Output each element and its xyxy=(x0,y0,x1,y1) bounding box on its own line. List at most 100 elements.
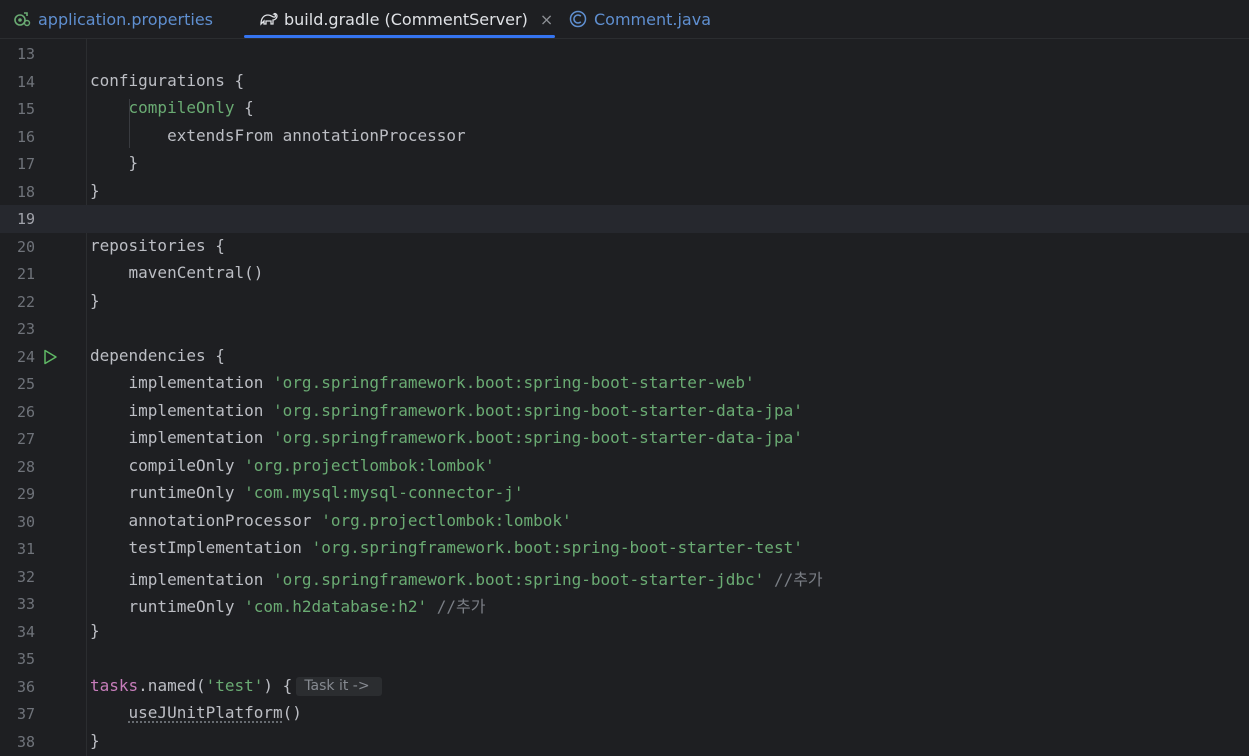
code-token: { xyxy=(234,98,254,117)
code-token: .named( xyxy=(138,675,206,695)
tab-comment-java[interactable]: Comment.java xyxy=(568,0,711,38)
line-number: 37 xyxy=(16,705,35,723)
code-line[interactable]: 13 xyxy=(0,40,1249,68)
code-text: } xyxy=(90,181,100,200)
string-literal: 'org.springframework.boot:spring-boot-st… xyxy=(273,400,803,420)
line-number: 34 xyxy=(16,622,35,641)
code-line[interactable]: 15 compileOnly { xyxy=(0,95,1249,123)
code-text: } xyxy=(90,731,100,750)
code-text: compileOnly 'org.projectlombok:lombok' xyxy=(90,456,495,475)
code-line[interactable]: 18} xyxy=(0,178,1249,206)
code-text: extendsFrom annotationProcessor xyxy=(90,126,466,145)
code-line[interactable]: 38} xyxy=(0,728,1249,756)
code-line[interactable]: 22} xyxy=(0,288,1249,316)
gradle-properties-icon xyxy=(12,9,32,29)
code-token: implementation xyxy=(90,428,274,447)
line-number: 27 xyxy=(16,430,35,448)
code-line[interactable]: 32 implementation 'org.springframework.b… xyxy=(0,563,1249,591)
code-line[interactable]: 33 runtimeOnly 'com.h2database:h2' //추가 xyxy=(0,590,1249,618)
line-number: 36 xyxy=(16,677,35,696)
line-number: 38 xyxy=(16,732,35,751)
code-token: mavenCentral() xyxy=(90,263,264,282)
code-line[interactable]: 17 } xyxy=(0,150,1249,178)
code-line[interactable]: 30 annotationProcessor 'org.projectlombo… xyxy=(0,508,1249,536)
run-gutter-icon[interactable] xyxy=(42,349,58,365)
code-token: runtimeOnly xyxy=(90,483,245,502)
code-editor[interactable]: 13 14 configurations {15 compileOnly {16 e… xyxy=(0,39,1249,756)
line-number: 33 xyxy=(16,595,35,613)
code-token: testImplementation xyxy=(90,538,312,557)
line-number: 15 xyxy=(16,100,35,118)
line-number: 19 xyxy=(16,210,35,228)
line-number: 35 xyxy=(16,650,35,668)
code-line[interactable]: 24 dependencies { xyxy=(0,343,1249,371)
tab-application-properties[interactable]: application.properties xyxy=(12,0,213,38)
line-number: 31 xyxy=(16,540,35,558)
code-line[interactable]: 31 testImplementation 'org.springframewo… xyxy=(0,535,1249,563)
code-token: implementation xyxy=(90,569,274,589)
code-text: runtimeOnly 'com.mysql:mysql-connector-j… xyxy=(90,483,524,502)
code-token: compileOnly xyxy=(90,455,245,475)
code-text: repositories { xyxy=(90,236,225,255)
code-token: compileOnly xyxy=(128,98,235,117)
code-token: ) { xyxy=(263,675,293,695)
string-literal: 'org.springframework.boot:spring-boot-st… xyxy=(273,569,765,589)
code-line[interactable]: 19 xyxy=(0,205,1249,233)
tab-label: build.gradle (CommentServer) xyxy=(284,9,528,29)
code-token: } xyxy=(90,730,100,750)
code-text: testImplementation 'org.springframework.… xyxy=(90,538,803,557)
code-line[interactable]: 26 implementation 'org.springframework.b… xyxy=(0,398,1249,426)
code-line[interactable]: 16 extendsFrom annotationProcessor xyxy=(0,123,1249,151)
line-number: 20 xyxy=(16,237,35,256)
code-line[interactable]: 25 implementation 'org.springframework.b… xyxy=(0,370,1249,398)
editor-tab-bar: application.properties build.gradle (Com… xyxy=(0,0,1249,39)
string-literal: 'org.springframework.boot:spring-boot-st… xyxy=(273,373,755,392)
code-line[interactable]: 37 useJUnitPlatform() xyxy=(0,700,1249,728)
code-token: () xyxy=(282,703,302,722)
inlay-hint[interactable]: Task it -> xyxy=(296,676,382,696)
code-text: implementation 'org.springframework.boot… xyxy=(90,428,803,447)
code-token: tasks xyxy=(90,675,139,695)
code-text: implementation 'org.springframework.boot… xyxy=(90,373,755,392)
string-literal: 'org.springframework.boot:spring-boot-st… xyxy=(273,428,803,447)
code-token: dependencies { xyxy=(90,345,225,365)
line-number: 32 xyxy=(16,567,35,586)
line-number: 22 xyxy=(16,292,35,311)
line-number: 17 xyxy=(16,155,35,173)
code-line[interactable]: 34} xyxy=(0,618,1249,646)
line-number: 16 xyxy=(16,127,35,146)
line-number: 28 xyxy=(16,457,35,476)
line-number: 14 xyxy=(16,72,35,91)
code-token: useJUnitPlatform xyxy=(128,703,283,722)
code-line[interactable]: 14 configurations { xyxy=(0,68,1249,96)
code-token: } xyxy=(90,620,100,640)
code-line[interactable]: 23 xyxy=(0,315,1249,343)
tab-build-gradle[interactable]: build.gradle (CommentServer) × xyxy=(258,0,553,38)
line-number: 25 xyxy=(16,375,35,393)
code-line[interactable]: 35 xyxy=(0,645,1249,673)
code-text: } xyxy=(90,621,100,640)
class-c-icon xyxy=(568,9,588,29)
line-number: 29 xyxy=(16,485,35,503)
code-line[interactable]: 36 tasks.named('test') {Task it -> xyxy=(0,673,1249,701)
code-text: } xyxy=(90,291,100,310)
string-literal: 'org.projectlombok:lombok' xyxy=(321,510,572,530)
code-token: } xyxy=(90,180,100,200)
code-line[interactable]: 28 compileOnly 'org.projectlombok:lombok… xyxy=(0,453,1249,481)
code-text: dependencies { xyxy=(90,346,225,365)
code-line[interactable]: 20 repositories { xyxy=(0,233,1249,261)
code-text: useJUnitPlatform() xyxy=(90,703,302,722)
string-literal: 'test' xyxy=(205,675,264,695)
gradle-elephant-icon xyxy=(258,9,278,29)
comment: //추가 xyxy=(427,597,486,616)
tab-label: application.properties xyxy=(38,9,213,29)
code-token: configurations xyxy=(90,70,235,90)
code-line[interactable]: 29 runtimeOnly 'com.mysql:mysql-connecto… xyxy=(0,480,1249,508)
close-icon[interactable]: × xyxy=(540,10,553,29)
code-token: extendsFrom annotationProcessor xyxy=(90,125,466,145)
code-line[interactable]: 27 implementation 'org.springframework.b… xyxy=(0,425,1249,453)
line-number: 26 xyxy=(16,402,35,421)
code-line[interactable]: 21 mavenCentral() xyxy=(0,260,1249,288)
